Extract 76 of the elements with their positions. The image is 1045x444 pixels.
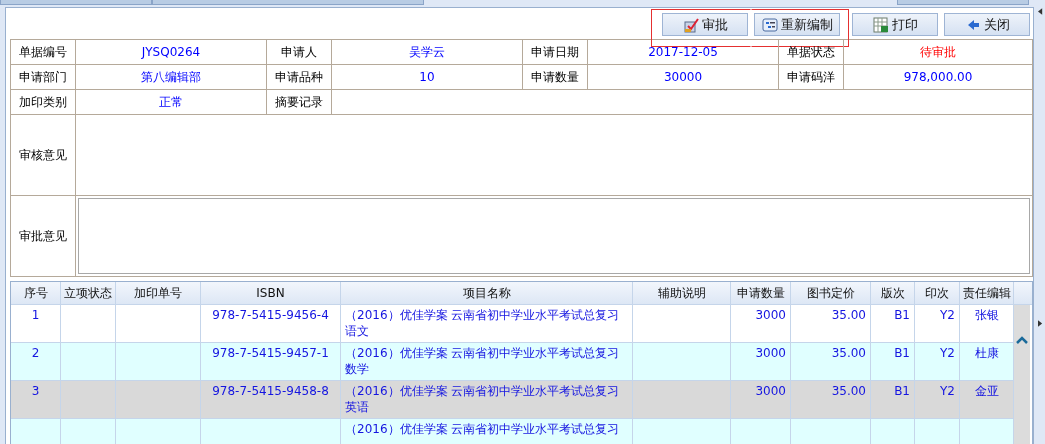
list-window-icon — [761, 16, 778, 33]
field-label: 加印类别 — [11, 90, 76, 114]
field-label: 申请码洋 — [779, 65, 844, 89]
table-cell: B1 — [894, 307, 910, 323]
toolbar-button[interactable]: 重新编制 — [754, 13, 840, 36]
table-cell: 3 — [31, 383, 40, 399]
scroll-up-icon[interactable] — [1016, 335, 1028, 345]
field-label: 审核意见 — [11, 115, 76, 195]
field-label: 单据编号 — [11, 40, 76, 64]
table-row[interactable]: （2016）优佳学案 云南省初中学业水平考试总复习 — [11, 419, 1014, 444]
toolbar-button[interactable]: 关闭 — [944, 13, 1030, 36]
clipboard-check-icon — [682, 16, 699, 33]
table-cell-text: （2016）优佳学案 云南省初中学业水平考试总复习语文 — [345, 307, 621, 339]
table-cell: 杜康 — [974, 345, 999, 361]
field-label: 单据状态 — [779, 40, 844, 64]
approval-input-field[interactable] — [78, 198, 1030, 274]
field-value: 10 — [419, 70, 435, 84]
expand-right-icon[interactable] — [1038, 320, 1043, 327]
field-label: 申请数量 — [523, 65, 588, 89]
table-cell: B1 — [894, 383, 910, 399]
column-header[interactable]: 申请数量 — [731, 282, 791, 304]
column-header[interactable]: 版次 — [871, 282, 915, 304]
field-label: 摘要记录 — [267, 90, 332, 114]
column-header[interactable]: 辅助说明 — [633, 282, 731, 304]
table-cell: 2 — [31, 345, 40, 361]
field-value: 30000 — [663, 70, 703, 84]
table-cell: 3000 — [755, 307, 786, 323]
table-cell: Y2 — [940, 345, 955, 361]
field-value: 2017-12-05 — [648, 45, 718, 59]
field-value: 第八编辑部 — [141, 68, 201, 86]
field-label: 审批意见 — [11, 196, 76, 276]
field-value: 吴学云 — [409, 43, 445, 61]
table-cell: 3000 — [755, 383, 786, 399]
toolbar-button[interactable]: 审批 — [662, 13, 748, 36]
column-header[interactable]: ISBN — [201, 282, 341, 304]
column-header[interactable]: 立项状态 — [61, 282, 116, 304]
toolbar-button[interactable]: 打印 — [852, 13, 938, 36]
field-value: JYSQ0264 — [141, 45, 201, 59]
tab-strip-piece[interactable] — [152, 0, 424, 5]
field-value: 正常 — [159, 93, 183, 111]
table-cell: Y2 — [940, 383, 955, 399]
table-cell: 35.00 — [831, 307, 866, 323]
column-header[interactable]: 印次 — [915, 282, 960, 304]
table-cell: 978-7-5415-9458-8 — [212, 383, 329, 399]
table-cell: （2016）优佳学案 云南省初中学业水平考试总复习 — [345, 421, 620, 437]
table-cell: 35.00 — [831, 345, 866, 361]
collapse-left-icon[interactable] — [1038, 8, 1043, 15]
column-header[interactable]: 图书定价 — [791, 282, 871, 304]
column-header[interactable]: 项目名称 — [341, 282, 633, 304]
table-cell-text: （2016）优佳学案 云南省初中学业水平考试总复习数学 — [345, 345, 621, 377]
table-cell: 978-7-5415-9457-1 — [212, 345, 329, 361]
table-cell: 3000 — [755, 345, 786, 361]
table-cell: 金亚 — [974, 383, 999, 399]
field-label: 申请品种 — [267, 65, 332, 89]
table-cell: 35.00 — [831, 383, 866, 399]
table-row[interactable]: 2 978-7-5415-9457-1 （2016）优佳学案 云南省初中学业水平考试总复习数学 3000 35.00 B1 Y2 杜康 — [11, 343, 1014, 381]
table-cell: Y2 — [940, 307, 955, 323]
table-cell: 1 — [31, 307, 40, 323]
field-label: 申请人 — [267, 40, 332, 64]
table-cell: B1 — [894, 345, 910, 361]
scrollbar[interactable] — [1014, 305, 1030, 444]
tab-strip-piece[interactable] — [0, 0, 152, 5]
field-label: 申请部门 — [11, 65, 76, 89]
column-header[interactable]: 序号 — [11, 282, 61, 304]
table-cell: 978-7-5415-9456-4 — [212, 307, 329, 323]
field-label: 申请日期 — [523, 40, 588, 64]
column-header[interactable]: 责任编辑 — [960, 282, 1014, 304]
spreadsheet-icon — [872, 16, 889, 33]
table-cell-text: （2016）优佳学案 云南省初中学业水平考试总复习英语 — [345, 383, 621, 415]
field-value: 978,000.00 — [903, 70, 973, 84]
tab-strip-piece[interactable] — [897, 0, 1029, 5]
field-value: 待审批 — [920, 43, 956, 61]
table-row[interactable]: 3 978-7-5415-9458-8 （2016）优佳学案 云南省初中学业水平考试总复习英语 3000 35.00 B1 Y2 金亚 — [11, 381, 1014, 419]
table-row[interactable]: 1 978-7-5415-9456-4 （2016）优佳学案 云南省初中学业水平考试总复习语文 3000 35.00 B1 Y2 张银 — [11, 305, 1014, 343]
table-cell: 张银 — [974, 307, 999, 323]
column-header[interactable]: 加印单号 — [116, 282, 201, 304]
